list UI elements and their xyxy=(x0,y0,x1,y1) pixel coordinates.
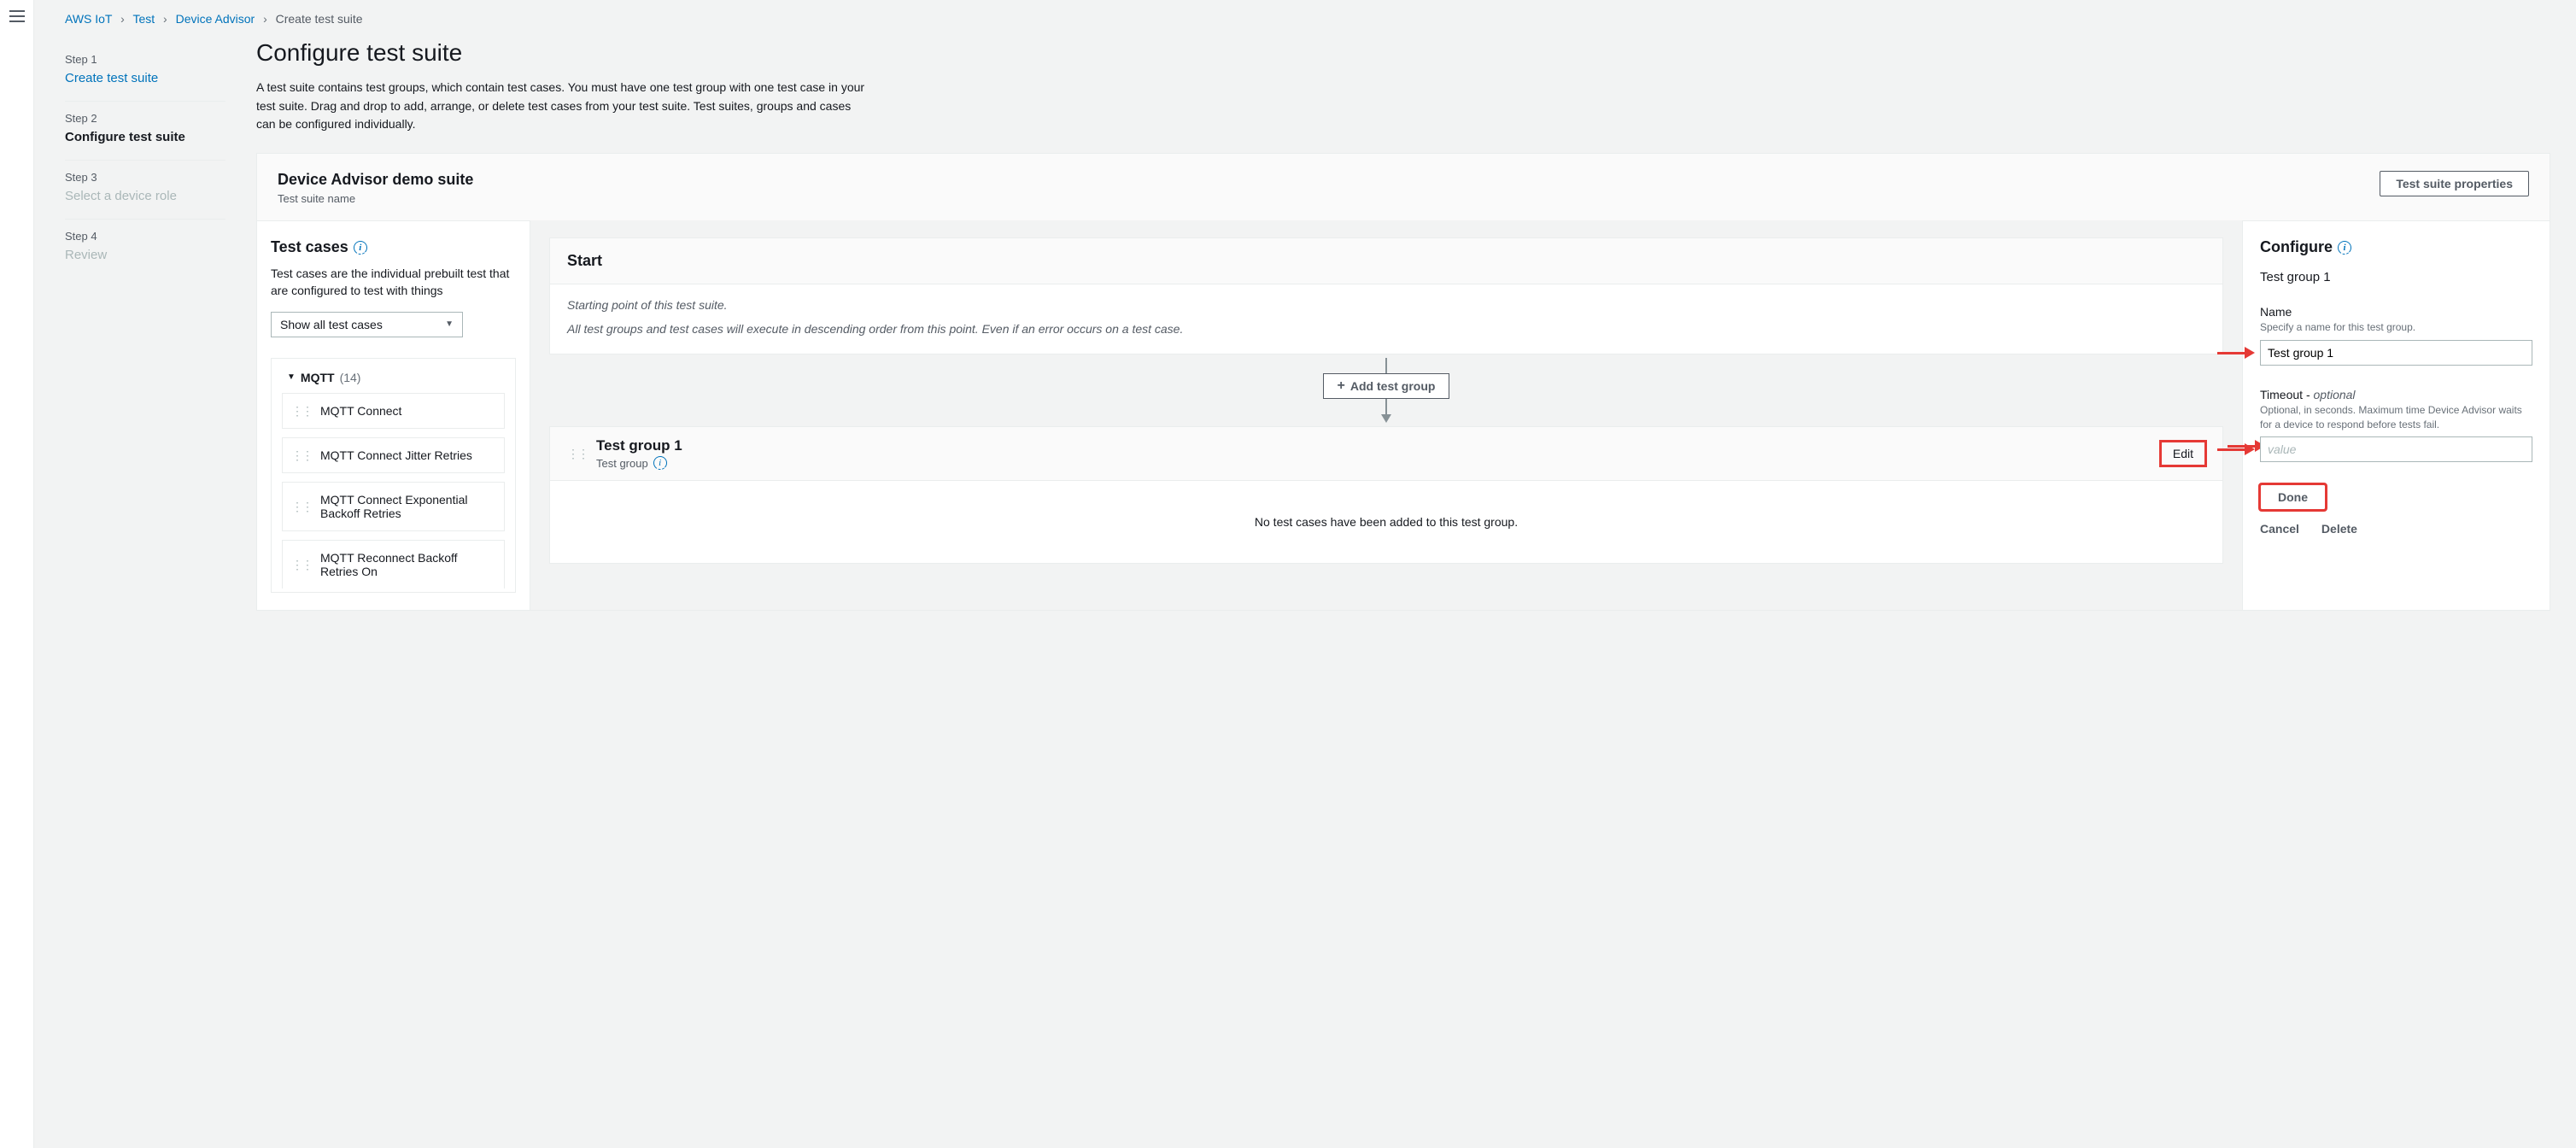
info-icon[interactable]: i xyxy=(354,241,367,255)
category-count: (14) xyxy=(340,371,361,384)
info-icon[interactable]: i xyxy=(653,456,667,470)
name-field-label: Name xyxy=(2260,305,2532,319)
caret-down-icon: ▼ xyxy=(445,319,454,329)
configure-context: Test group 1 xyxy=(2260,270,2532,284)
test-case-label: MQTT Connect Jitter Retries xyxy=(320,448,472,462)
timeout-field-help: Optional, in seconds. Maximum time Devic… xyxy=(2260,403,2532,432)
cancel-button[interactable]: Cancel xyxy=(2260,522,2299,536)
start-card: Start Starting point of this test suite.… xyxy=(549,237,2223,354)
drag-handle-icon[interactable] xyxy=(567,451,588,456)
step-configure-test-suite: Configure test suite xyxy=(65,130,225,144)
step-label: Step 3 xyxy=(65,171,225,184)
breadcrumb-link[interactable]: Test xyxy=(132,12,155,26)
chevron-right-icon: › xyxy=(263,12,267,26)
plus-icon: + xyxy=(1338,380,1345,392)
step-create-test-suite[interactable]: Create test suite xyxy=(65,71,225,85)
test-case-label: MQTT Connect Exponential Backoff Retries xyxy=(320,493,495,520)
name-field-help: Specify a name for this test group. xyxy=(2260,320,2532,335)
drag-handle-icon[interactable] xyxy=(291,562,312,567)
test-group-card: Test group 1 Test group i Edit xyxy=(549,426,2223,564)
test-case-filter-select[interactable]: Show all test cases ▼ xyxy=(271,312,463,337)
breadcrumb-current: Create test suite xyxy=(276,12,363,26)
drag-handle-icon[interactable] xyxy=(291,504,312,509)
test-suite-properties-button[interactable]: Test suite properties xyxy=(2380,171,2529,196)
chevron-right-icon: › xyxy=(163,12,167,26)
test-case-label: MQTT Reconnect Backoff Retries On xyxy=(320,551,495,578)
step-label: Step 4 xyxy=(65,230,225,243)
wizard-steps: Step 1 Create test suite Step 2 Configur… xyxy=(34,38,256,1148)
step-label: Step 1 xyxy=(65,53,225,66)
test-group-empty-message: No test cases have been added to this te… xyxy=(550,481,2222,563)
arrow-down-icon xyxy=(1381,414,1391,423)
test-group-sub: Test group xyxy=(596,457,648,470)
category-name: MQTT xyxy=(301,371,335,384)
breadcrumb-link[interactable]: Device Advisor xyxy=(176,12,255,26)
test-case-label: MQTT Connect xyxy=(320,404,401,418)
hamburger-menu-icon[interactable] xyxy=(9,10,25,22)
step-label: Step 2 xyxy=(65,112,225,125)
page-description: A test suite contains test groups, which… xyxy=(256,79,871,134)
info-icon[interactable]: i xyxy=(2338,241,2351,255)
timeout-input[interactable] xyxy=(2260,436,2532,462)
test-cases-description: Test cases are the individual prebuilt t… xyxy=(271,265,516,300)
suite-name: Device Advisor demo suite xyxy=(278,171,473,189)
timeout-field-label: Timeout - optional xyxy=(2260,388,2532,401)
done-button[interactable]: Done xyxy=(2260,484,2326,510)
group-name-input[interactable] xyxy=(2260,340,2532,366)
start-desc-line: Starting point of this test suite. xyxy=(567,296,2205,315)
suite-name-sub: Test suite name xyxy=(278,192,473,205)
start-desc-line: All test groups and test cases will exec… xyxy=(567,320,2205,339)
test-group-title: Test group 1 xyxy=(596,437,682,454)
edit-test-group-button[interactable]: Edit xyxy=(2161,442,2205,466)
test-cases-heading: Test cases xyxy=(271,238,348,256)
category-toggle-mqtt[interactable]: ▼ MQTT (14) xyxy=(282,371,505,384)
breadcrumb: AWS IoT › Test › Device Advisor › Create… xyxy=(34,0,2576,38)
add-test-group-button[interactable]: + Add test group xyxy=(1323,373,1450,399)
step-select-device-role: Select a device role xyxy=(65,189,225,203)
add-test-group-label: Add test group xyxy=(1350,379,1436,393)
breadcrumb-link[interactable]: AWS IoT xyxy=(65,12,112,26)
step-review: Review xyxy=(65,248,225,262)
drag-handle-icon[interactable] xyxy=(291,453,312,458)
test-case-item[interactable]: MQTT Connect Jitter Retries xyxy=(282,437,505,473)
drag-handle-icon[interactable] xyxy=(291,408,312,413)
configure-heading: Configure xyxy=(2260,238,2333,256)
chevron-right-icon: › xyxy=(120,12,125,26)
select-value: Show all test cases xyxy=(280,318,383,331)
start-title: Start xyxy=(550,238,2222,284)
caret-down-icon: ▼ xyxy=(287,372,296,382)
test-case-item[interactable]: MQTT Reconnect Backoff Retries On xyxy=(282,540,505,589)
test-case-item[interactable]: MQTT Connect Exponential Backoff Retries xyxy=(282,482,505,531)
page-title: Configure test suite xyxy=(256,39,2550,67)
test-case-item[interactable]: MQTT Connect xyxy=(282,393,505,429)
delete-button[interactable]: Delete xyxy=(2321,522,2357,536)
